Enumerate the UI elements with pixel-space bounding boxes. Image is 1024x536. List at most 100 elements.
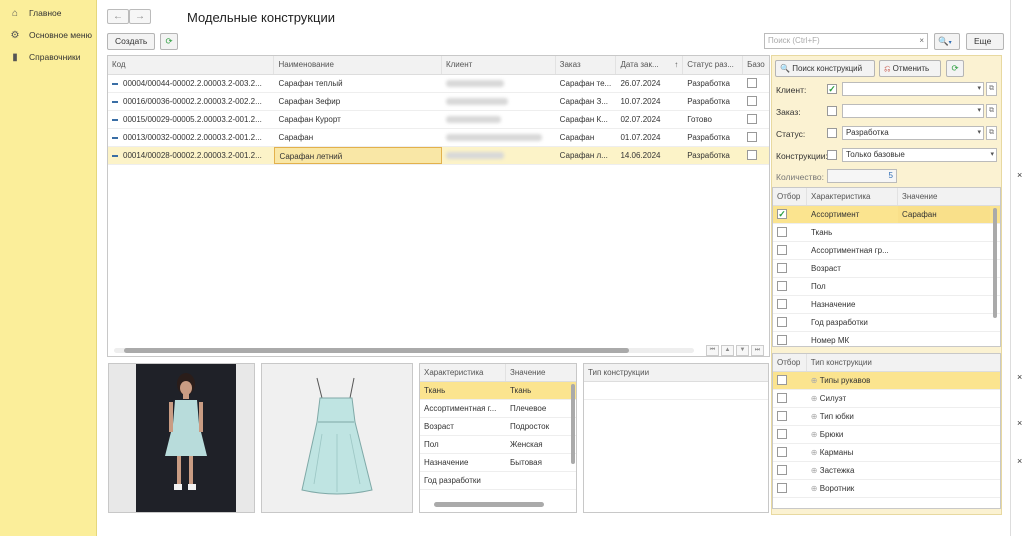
- col-select[interactable]: Отбор: [773, 188, 807, 205]
- base-checkbox[interactable]: [747, 114, 758, 124]
- search-input[interactable]: Поиск (Ctrl+F) ×: [764, 33, 928, 49]
- cell-value[interactable]: [898, 242, 990, 259]
- back-button[interactable]: ←: [107, 9, 129, 24]
- constructions-field[interactable]: Только базовые ▾: [842, 148, 997, 162]
- row-checkbox[interactable]: ✓: [777, 209, 787, 219]
- table-row[interactable]: Пол Женская: [420, 436, 576, 454]
- expand-icon[interactable]: ⊕: [811, 480, 820, 497]
- base-checkbox[interactable]: [747, 132, 758, 142]
- table-row[interactable]: ⊕ Тип юбки: [773, 408, 1000, 426]
- find-constructions-button[interactable]: 🔍 Поиск конструкций: [775, 60, 875, 77]
- close-icon[interactable]: ×: [1017, 170, 1022, 180]
- scroll-thumb[interactable]: [124, 348, 629, 353]
- cell-value[interactable]: [898, 314, 990, 331]
- table-row[interactable]: 00004/00044-00002.2.00003.2-003.2... Сар…: [108, 75, 769, 93]
- last-page-icon[interactable]: ⏭: [751, 345, 764, 356]
- order-checkbox[interactable]: [827, 106, 837, 116]
- table-row-selected[interactable]: 00014/00028-00002.2.00003.2-001.2... Сар…: [108, 147, 769, 165]
- horizontal-scrollbar[interactable]: [114, 348, 694, 353]
- sidebar-item-references[interactable]: ▮ Справочники: [0, 46, 96, 68]
- cell-value[interactable]: [898, 332, 990, 346]
- client-field[interactable]: ▾: [842, 82, 984, 96]
- row-checkbox[interactable]: [777, 245, 787, 255]
- order-field[interactable]: ▾: [842, 104, 984, 118]
- refresh-icon[interactable]: ⟳: [946, 60, 964, 77]
- vertical-scrollbar[interactable]: [993, 208, 997, 318]
- row-checkbox[interactable]: [777, 411, 787, 421]
- open-icon[interactable]: ⧉: [986, 126, 997, 140]
- table-row[interactable]: Ассортиментная гр...: [773, 242, 1000, 260]
- table-row[interactable]: ⊕ Брюки: [773, 426, 1000, 444]
- cell-value[interactable]: [898, 224, 990, 241]
- cancel-button[interactable]: ⎌ Отменить: [879, 60, 941, 77]
- col-name[interactable]: Наименование: [274, 56, 442, 74]
- expand-icon[interactable]: ⊕: [811, 390, 820, 407]
- horizontal-scrollbar[interactable]: [434, 502, 544, 507]
- table-row-selected[interactable]: Ткань Ткань: [420, 382, 576, 400]
- prev-page-icon[interactable]: ▲: [721, 345, 734, 356]
- more-button[interactable]: Еще ▾: [966, 33, 1004, 61]
- table-row[interactable]: Возраст: [773, 260, 1000, 278]
- expand-icon[interactable]: ⊕: [811, 408, 820, 425]
- row-checkbox[interactable]: [777, 317, 787, 327]
- col-value[interactable]: Значение: [898, 188, 990, 205]
- cell-name[interactable]: Сарафан летний: [274, 147, 442, 164]
- close-icon[interactable]: ×: [1017, 372, 1022, 382]
- col-order[interactable]: Заказ: [556, 56, 617, 74]
- close-icon[interactable]: ×: [1017, 418, 1022, 428]
- forward-button[interactable]: →: [129, 9, 151, 24]
- cell-value[interactable]: [898, 260, 990, 277]
- constructions-checkbox[interactable]: [827, 150, 837, 160]
- table-row-selected[interactable]: ✓ Ассортимент Сарафан: [773, 206, 1000, 224]
- sidebar-item-main-menu[interactable]: ⚙ Основное меню: [0, 24, 96, 46]
- base-checkbox[interactable]: [747, 78, 758, 88]
- base-checkbox[interactable]: [747, 96, 758, 106]
- expand-icon[interactable]: ⊕: [811, 462, 820, 479]
- cell-value[interactable]: [898, 296, 990, 313]
- row-checkbox[interactable]: [777, 299, 787, 309]
- table-row[interactable]: ⊕ Застежка: [773, 462, 1000, 480]
- open-icon[interactable]: ⧉: [986, 104, 997, 118]
- row-checkbox[interactable]: [777, 447, 787, 457]
- col-date[interactable]: Дата зак... ↑: [616, 56, 684, 74]
- table-row[interactable]: 00016/00036-00002.2.00003.2-002.2... Сар…: [108, 93, 769, 111]
- row-checkbox[interactable]: [777, 335, 787, 345]
- col-base[interactable]: Базо: [743, 56, 769, 74]
- table-row[interactable]: Пол: [773, 278, 1000, 296]
- base-checkbox[interactable]: [747, 150, 758, 160]
- close-icon[interactable]: ×: [1017, 456, 1022, 466]
- col-select[interactable]: Отбор: [773, 354, 807, 371]
- table-row[interactable]: Ассортиментная г... Плечевое: [420, 400, 576, 418]
- refresh-icon[interactable]: ⟳: [160, 33, 178, 50]
- col-status[interactable]: Статус раз...: [683, 56, 744, 74]
- row-checkbox[interactable]: [777, 375, 787, 385]
- open-icon[interactable]: ⧉: [986, 82, 997, 96]
- col-construction-type[interactable]: Тип конструкции: [807, 354, 1000, 371]
- sidebar-item-main[interactable]: ⌂ Главное: [0, 2, 96, 24]
- client-checkbox[interactable]: ✓: [827, 84, 837, 94]
- expand-icon[interactable]: ⊕: [811, 444, 820, 461]
- table-row[interactable]: Номер МК: [773, 332, 1000, 346]
- table-row[interactable]: Год разработки: [420, 472, 576, 490]
- create-button[interactable]: Создать: [107, 33, 156, 50]
- row-checkbox[interactable]: [777, 393, 787, 403]
- row-checkbox[interactable]: [777, 227, 787, 237]
- table-row[interactable]: 00013/00032-00002.2.00003.2-001.2... Сар…: [108, 129, 769, 147]
- row-checkbox[interactable]: [777, 263, 787, 273]
- table-row[interactable]: Возраст Подросток: [420, 418, 576, 436]
- expand-icon[interactable]: ⊕: [811, 372, 820, 389]
- clear-icon[interactable]: ×: [919, 34, 924, 48]
- row-checkbox[interactable]: [777, 465, 787, 475]
- status-checkbox[interactable]: [827, 128, 837, 138]
- col-characteristic[interactable]: Характеристика: [420, 364, 506, 381]
- status-field[interactable]: Разработка ▾: [842, 126, 984, 140]
- cell-value[interactable]: [898, 278, 990, 295]
- cell-value[interactable]: Сарафан: [898, 206, 990, 223]
- search-button[interactable]: 🔍▾: [934, 33, 960, 50]
- first-page-icon[interactable]: ⏮: [706, 345, 719, 356]
- col-code[interactable]: Код: [108, 56, 275, 74]
- table-row[interactable]: ⊕ Воротник: [773, 480, 1000, 498]
- col-characteristic[interactable]: Характеристика: [807, 188, 898, 205]
- table-row-selected[interactable]: ⊕ Типы рукавов: [773, 372, 1000, 390]
- table-row[interactable]: 00015/00029-00005.2.00003.2-001.2... Сар…: [108, 111, 769, 129]
